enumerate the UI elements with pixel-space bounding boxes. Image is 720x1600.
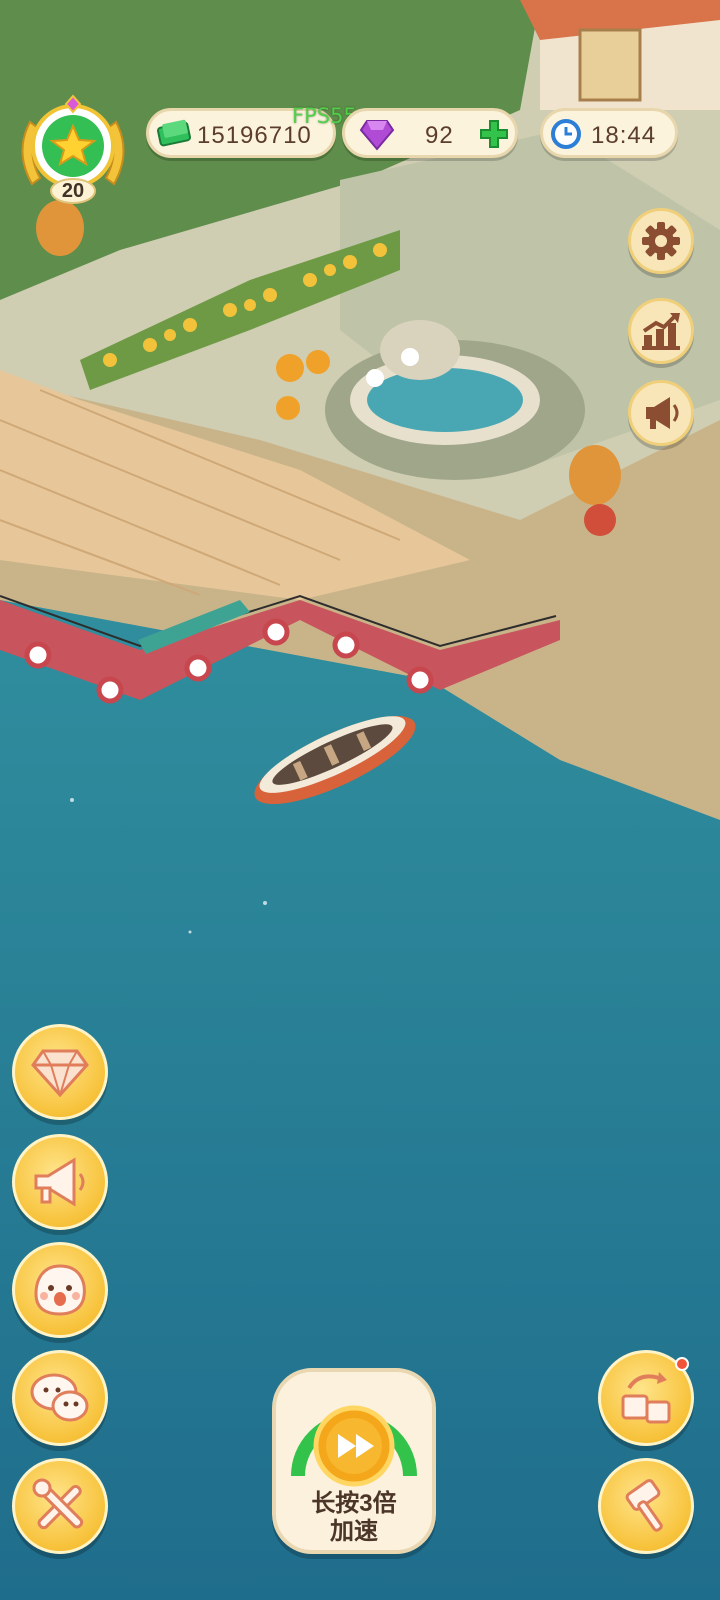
- add-gems-button[interactable]: [479, 119, 509, 154]
- notification-dot: [675, 1357, 689, 1371]
- diamond-shop-button[interactable]: [12, 1024, 108, 1120]
- gift-icon: [621, 1372, 671, 1424]
- speed-up-button[interactable]: 长按3倍 加速: [272, 1368, 436, 1554]
- cash-icon: [157, 119, 191, 147]
- plus-icon: [480, 120, 508, 148]
- diamond-icon: [31, 1049, 89, 1097]
- speed-up-label: 长按3倍 加速: [311, 1490, 397, 1545]
- megaphone-icon: [34, 1157, 85, 1207]
- gem-counter[interactable]: 92: [342, 108, 518, 158]
- tools-button[interactable]: [12, 1458, 108, 1554]
- clock-value: 18:44: [591, 122, 657, 149]
- settings-button[interactable]: [628, 208, 694, 274]
- face-icon: [34, 1264, 86, 1316]
- megaphone-icon: [646, 397, 679, 429]
- gear-icon: [642, 222, 680, 260]
- promotion-button[interactable]: [12, 1134, 108, 1230]
- clock-display[interactable]: 18:44: [540, 108, 678, 158]
- chat-icon: [30, 1373, 89, 1422]
- game-scene: [0, 0, 720, 1600]
- clock-icon: [551, 119, 581, 154]
- gift-exchange-button[interactable]: [598, 1350, 694, 1446]
- fast-forward-icon: [338, 1434, 374, 1458]
- hammer-icon: [625, 1479, 663, 1532]
- chat-button[interactable]: [12, 1350, 108, 1446]
- gem-value: 92: [425, 122, 454, 149]
- stats-button[interactable]: [628, 298, 694, 364]
- auction-button[interactable]: [598, 1458, 694, 1554]
- level-badge[interactable]: 20: [10, 92, 136, 210]
- announcements-button[interactable]: [628, 380, 694, 446]
- gem-icon: [359, 117, 395, 156]
- chart-icon: [642, 313, 680, 350]
- emote-button[interactable]: [12, 1242, 108, 1338]
- tools-icon: [32, 1478, 84, 1530]
- level-number: 20: [61, 180, 85, 202]
